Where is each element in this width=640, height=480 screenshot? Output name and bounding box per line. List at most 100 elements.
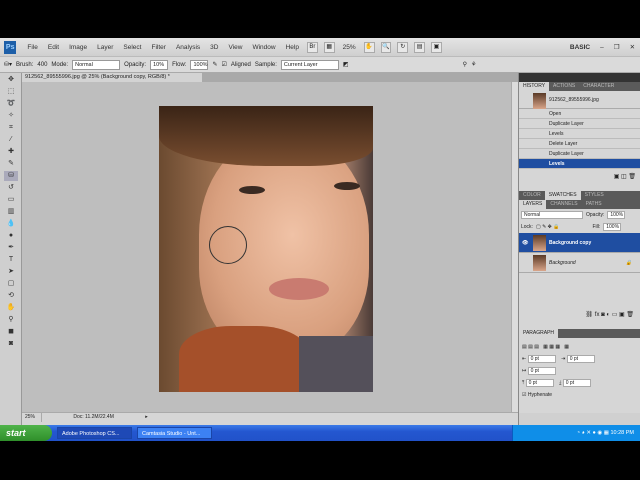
tab-paragraph[interactable]: PARAGRAPH — [519, 329, 559, 338]
gradient-tool-icon[interactable]: ▥ — [4, 207, 18, 217]
screen-mode-icon[interactable]: ▣ — [431, 41, 442, 53]
menu-select[interactable]: Select — [118, 44, 146, 51]
photo-portrait[interactable] — [159, 106, 373, 392]
tab-styles[interactable]: STYLES — [581, 191, 608, 200]
hand-tool-icon[interactable]: ✋ — [363, 41, 375, 53]
menu-view[interactable]: View — [223, 44, 247, 51]
indent-right-input[interactable]: 0 pt — [566, 355, 595, 363]
3d-rotate-tool-icon[interactable]: ⟲ — [4, 291, 18, 301]
menu-filter[interactable]: Filter — [146, 44, 170, 51]
vertical-scrollbar[interactable] — [511, 82, 518, 412]
opacity-input[interactable]: 10% — [150, 59, 169, 70]
start-button[interactable]: start — [0, 425, 52, 441]
arrange-documents-icon[interactable]: ▤ — [414, 41, 426, 53]
tab-character[interactable]: CHARACTER — [579, 82, 618, 91]
history-item[interactable]: Delete Layer — [519, 139, 640, 149]
alignment-buttons[interactable]: ▤ ▤ ▤ ▦ ▦ ▦ ▦ — [522, 341, 637, 353]
mode-select[interactable]: Normal — [72, 59, 121, 70]
lasso-tool-icon[interactable]: ➰ — [4, 99, 18, 109]
space-before-input[interactable]: 0 pt — [525, 379, 554, 387]
tab-color[interactable]: COLOR — [519, 191, 545, 200]
zoom-tool-icon[interactable]: ⚲ — [4, 315, 18, 325]
airbrush-icon[interactable]: ✎ — [212, 61, 217, 68]
history-item[interactable]: Duplicate Layer — [519, 119, 640, 129]
clone-source-icon[interactable]: ⚲ — [463, 61, 467, 68]
document-tab[interactable]: 912562_89555996.jpg @ 25% (Background co… — [22, 73, 202, 82]
quick-select-tool-icon[interactable]: ✧ — [4, 111, 18, 121]
quick-mask-icon[interactable]: ◙ — [4, 339, 18, 349]
status-menu-arrow-icon[interactable]: ▸ — [145, 414, 148, 420]
menu-edit[interactable]: Edit — [43, 44, 64, 51]
history-item-selected[interactable]: Levels — [519, 159, 640, 169]
layer-opacity-input[interactable]: 100% — [607, 211, 626, 219]
hand-tool-icon[interactable]: ✋ — [4, 303, 18, 313]
history-item[interactable]: Duplicate Layer — [519, 149, 640, 159]
tray-icons[interactable]: ◔ ◕ ✕ ● ◉ ▦ — [577, 430, 611, 436]
hyphenate-checkbox[interactable]: ☑ — [522, 392, 526, 398]
restore-icon[interactable]: ❐ — [609, 43, 625, 51]
bridge-icon[interactable]: Br — [306, 41, 318, 53]
tab-actions[interactable]: ACTIONS — [549, 82, 579, 91]
view-extras-icon[interactable]: ▦ — [323, 41, 335, 53]
tab-layers[interactable]: LAYERS — [519, 200, 547, 209]
shape-tool-icon[interactable]: ▢ — [4, 279, 18, 289]
taskbar-camtasia[interactable]: Camtasia Studio - Unt... — [137, 427, 212, 439]
canvas-area[interactable] — [22, 82, 511, 412]
menu-file[interactable]: File — [22, 44, 42, 51]
menu-window[interactable]: Window — [247, 44, 280, 51]
brush-panel-icon[interactable]: ⚘ — [471, 61, 476, 68]
menu-help[interactable]: Help — [281, 44, 304, 51]
healing-brush-tool-icon[interactable]: ✚ — [4, 147, 18, 157]
tab-history[interactable]: HISTORY — [519, 82, 550, 91]
ignore-adjustment-icon[interactable]: ◩ — [343, 61, 349, 68]
space-after-input[interactable]: 0 pt — [562, 379, 591, 387]
minimize-icon[interactable]: – — [595, 44, 609, 51]
lock-icons[interactable]: ▢ ✎ ✥ 🔒 — [536, 224, 560, 230]
marquee-tool-icon[interactable]: ⬚ — [4, 87, 18, 97]
taskbar-photoshop[interactable]: Adobe Photoshop CS... — [57, 427, 132, 439]
layer-row[interactable]: 👁 Background copy — [519, 233, 640, 253]
move-tool-icon[interactable]: ✥ — [4, 75, 18, 85]
history-snapshot[interactable]: 912562_89555996.jpg — [519, 91, 640, 109]
flow-input[interactable]: 100% — [190, 59, 209, 70]
eyedropper-tool-icon[interactable]: ⁄ — [4, 135, 18, 145]
eraser-tool-icon[interactable]: ▭ — [4, 195, 18, 205]
blend-mode-select[interactable]: Normal — [521, 211, 583, 219]
menu-3d[interactable]: 3D — [205, 44, 223, 51]
history-brush-tool-icon[interactable]: ↺ — [4, 183, 18, 193]
workspace-switcher[interactable]: BASIC — [565, 44, 595, 51]
aligned-checkbox[interactable]: ☑ — [221, 61, 226, 68]
clone-stamp-tool-icon[interactable]: ⛁ — [4, 171, 18, 181]
rotate-view-icon[interactable]: ↻ — [397, 41, 409, 53]
menu-layer[interactable]: Layer — [92, 44, 118, 51]
zoom-select[interactable]: 25% — [338, 44, 361, 51]
layer-row[interactable]: Background 🔒 — [519, 253, 640, 273]
tab-channels[interactable]: CHANNELS — [546, 200, 581, 209]
history-footer-icons[interactable]: ▣ ◫ 🗑 — [519, 169, 640, 184]
clone-stamp-preset-icon[interactable]: ⛁▾ — [4, 61, 12, 68]
menu-image[interactable]: Image — [64, 44, 92, 51]
crop-tool-icon[interactable]: ⌗ — [4, 123, 18, 133]
tab-swatches[interactable]: SWATCHES — [544, 191, 581, 200]
menu-analysis[interactable]: Analysis — [171, 44, 205, 51]
close-icon[interactable]: ✕ — [625, 43, 640, 51]
dodge-tool-icon[interactable]: ● — [4, 231, 18, 241]
blur-tool-icon[interactable]: 💧 — [4, 219, 18, 229]
eye-icon[interactable]: 👁 — [522, 233, 528, 253]
indent-first-input[interactable]: 0 pt — [527, 367, 556, 375]
zoom-tool-icon[interactable]: 🔍 — [380, 41, 392, 53]
type-tool-icon[interactable]: T — [4, 255, 18, 265]
sample-select[interactable]: Current Layer — [280, 59, 339, 70]
history-item[interactable]: Open — [519, 109, 640, 119]
brush-tool-icon[interactable]: ✎ — [4, 159, 18, 169]
indent-left-input[interactable]: 0 pt — [527, 355, 556, 363]
pen-tool-icon[interactable]: ✒ — [4, 243, 18, 253]
status-zoom[interactable]: 25% — [22, 413, 42, 422]
color-swatches-icon[interactable]: ◼ — [4, 327, 18, 337]
layers-footer-icons[interactable]: ⛓ fx ◙ ◐ ▭ ▣ 🗑 — [519, 311, 640, 318]
tab-paths[interactable]: PATHS — [582, 200, 606, 209]
fill-input[interactable]: 100% — [603, 223, 622, 231]
path-select-tool-icon[interactable]: ➤ — [4, 267, 18, 277]
brush-size[interactable]: 400 — [37, 62, 47, 68]
history-item[interactable]: Levels — [519, 129, 640, 139]
